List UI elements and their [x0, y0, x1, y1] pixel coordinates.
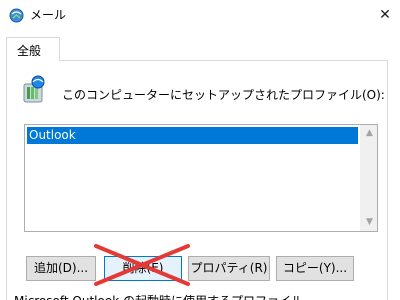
- title-bar: メール ✕: [0, 0, 400, 30]
- vertical-scrollbar[interactable]: ▲ ▼: [360, 125, 377, 231]
- tab-general[interactable]: 全般: [6, 37, 60, 61]
- profiles-list[interactable]: Outlook ▲ ▼: [24, 124, 378, 232]
- tab-general-label: 全般: [17, 44, 42, 58]
- list-item[interactable]: Outlook: [27, 127, 358, 144]
- delete-button[interactable]: 削除(E): [104, 256, 182, 281]
- mail-app-icon: [9, 8, 24, 23]
- footer-text: Microsoft Outlook の起動時に使用するプロファイル: [14, 292, 303, 300]
- profiles-description: このコンピューターにセットアップされたプロファイル(O):: [62, 88, 385, 102]
- add-button[interactable]: 追加(D)...: [26, 256, 96, 281]
- profile-icon: [23, 75, 45, 103]
- scroll-down-icon[interactable]: ▼: [361, 214, 378, 231]
- close-button[interactable]: ✕: [370, 0, 400, 30]
- scroll-up-icon[interactable]: ▲: [361, 125, 378, 142]
- window-title: メール: [30, 8, 67, 22]
- copy-button[interactable]: コピー(Y)...: [276, 256, 354, 281]
- properties-button[interactable]: プロパティ(R): [188, 256, 270, 281]
